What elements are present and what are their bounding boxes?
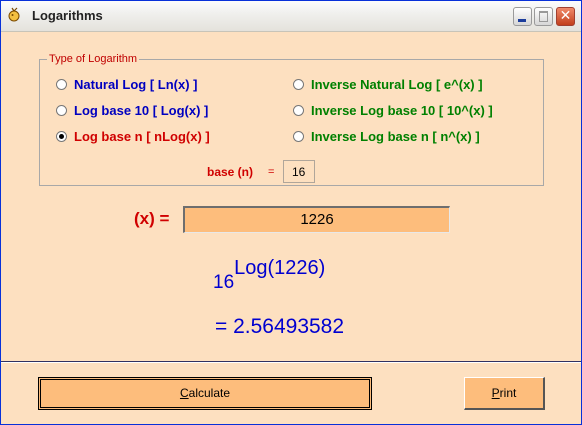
base-input[interactable]: 16 bbox=[283, 160, 315, 183]
maximize-button[interactable] bbox=[534, 7, 553, 26]
formula-display: 16Log(1226) bbox=[213, 257, 326, 293]
radio-label: Log base 10 [ Log(x) ] bbox=[74, 103, 209, 118]
groupbox-title: Type of Logarithm bbox=[47, 53, 140, 65]
app-icon bbox=[8, 7, 20, 22]
radio-label: Inverse Log base n [ n^(x) ] bbox=[311, 129, 480, 144]
radio-circle-icon bbox=[293, 79, 304, 90]
formula-expression: Log(1226) bbox=[234, 257, 326, 279]
radio-natural-log[interactable]: Natural Log [ Ln(x) ] bbox=[56, 77, 198, 92]
print-accesskey: P bbox=[491, 386, 500, 400]
radio-circle-icon bbox=[56, 79, 67, 90]
radio-label: Inverse Log base 10 [ 10^(x) ] bbox=[311, 103, 493, 118]
print-button[interactable]: Print bbox=[464, 377, 545, 410]
x-label: (x) = bbox=[134, 209, 170, 228]
radio-circle-icon bbox=[293, 105, 304, 116]
app-window: Logarithms ✕ Type of Logarithm Natural L… bbox=[0, 0, 582, 425]
radio-inverse-log-base-n[interactable]: Inverse Log base n [ n^(x) ] bbox=[293, 129, 480, 144]
radio-circle-icon bbox=[293, 131, 304, 142]
base-equals: = bbox=[268, 166, 275, 178]
base-label: base (n) bbox=[207, 165, 254, 179]
separator-line bbox=[1, 361, 581, 363]
calculate-accesskey: C bbox=[179, 386, 189, 400]
close-icon: ✕ bbox=[559, 8, 572, 24]
radio-label: Log base n [ nLog(x) ] bbox=[74, 129, 210, 144]
minimize-button[interactable] bbox=[513, 7, 532, 26]
radio-inverse-log-base-10[interactable]: Inverse Log base 10 [ 10^(x) ] bbox=[293, 103, 493, 118]
title-bar[interactable]: Logarithms ✕ bbox=[1, 1, 581, 32]
radio-label: Natural Log [ Ln(x) ] bbox=[74, 77, 198, 92]
formula-base: 16 bbox=[213, 272, 235, 293]
radio-label: Inverse Natural Log [ e^(x) ] bbox=[311, 77, 483, 92]
x-input[interactable]: 1226 bbox=[183, 206, 450, 233]
close-button[interactable]: ✕ bbox=[556, 7, 575, 26]
print-label: rint bbox=[499, 386, 517, 400]
window-title: Logarithms bbox=[32, 8, 103, 23]
calculate-label: alculate bbox=[188, 386, 231, 400]
calculate-button[interactable]: Calculate bbox=[38, 377, 372, 410]
radio-circle-icon bbox=[56, 105, 67, 116]
radio-log-base-n[interactable]: Log base n [ nLog(x) ] bbox=[56, 129, 210, 144]
radio-log-base-10[interactable]: Log base 10 [ Log(x) ] bbox=[56, 103, 208, 118]
radio-inverse-natural-log[interactable]: Inverse Natural Log [ e^(x) ] bbox=[293, 77, 483, 92]
radio-selected-icon bbox=[56, 131, 67, 142]
result-display: = 2.56493582 bbox=[215, 315, 345, 338]
